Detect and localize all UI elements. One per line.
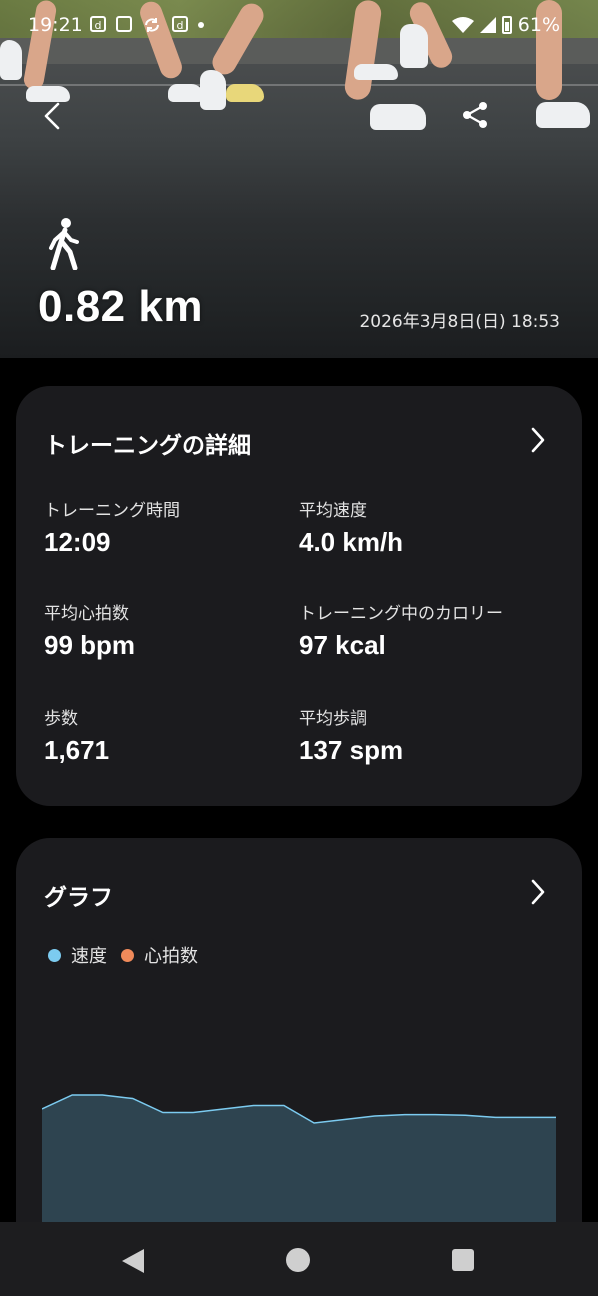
runner-shoe: [168, 84, 204, 102]
runner-shoe: [0, 40, 22, 80]
stat-value: 1,671: [44, 735, 110, 765]
training-details-card[interactable]: トレーニングの詳細 トレーニング時間 12:09 平均速度 4.0 km/h 平…: [16, 386, 582, 806]
distance-value: 0.82 km: [38, 282, 203, 331]
signal-icon: [479, 17, 496, 33]
nav-recents-icon[interactable]: [452, 1249, 474, 1271]
chevron-right-icon[interactable]: [530, 426, 546, 454]
graph-title: グラフ: [44, 885, 113, 911]
stat-value: 137 spm: [299, 735, 404, 765]
wifi-icon: [451, 17, 474, 33]
legend-item-speed: 速度: [48, 942, 107, 968]
sync-icon: [145, 18, 159, 32]
battery-percent: 61%: [517, 14, 560, 36]
back-arrow-icon[interactable]: [36, 96, 72, 136]
walking-icon: [49, 218, 79, 270]
nav-home-icon[interactable]: [286, 1248, 310, 1272]
sim-icon: [116, 16, 132, 32]
road-line: [0, 84, 598, 86]
stat-value: 99 bpm: [44, 630, 136, 660]
legend-label-heart-rate: 心拍数: [144, 946, 198, 967]
stat-value: 97 kcal: [299, 630, 386, 660]
stat-avg-speed: 平均速度 4.0 km/h: [299, 496, 403, 558]
stat-steps: 歩数 1,671: [44, 704, 109, 766]
stat-avg-cadence: 平均歩調 137 spm: [299, 704, 403, 766]
runner-shoe: [354, 64, 398, 80]
training-details-title: トレーニングの詳細: [44, 433, 251, 459]
stat-training-time: トレーニング時間 12:09: [44, 496, 180, 558]
stat-label: トレーニング中のカロリー: [299, 604, 503, 624]
stat-label: 平均速度: [299, 501, 367, 521]
share-icon[interactable]: [458, 98, 492, 132]
graph-card[interactable]: グラフ 速度 心拍数: [16, 838, 582, 1258]
status-right: 61%: [451, 14, 560, 36]
stat-calories: トレーニング中のカロリー 97 kcal: [299, 599, 503, 661]
graph-legend: 速度 心拍数: [48, 942, 212, 968]
battery-icon: [501, 16, 512, 34]
dot-icon: [198, 22, 204, 28]
nav-back-icon[interactable]: [120, 1248, 146, 1274]
stat-avg-heart-rate: 平均心拍数 99 bpm: [44, 599, 135, 661]
status-icons: d d: [90, 16, 204, 34]
stat-label: トレーニング時間: [44, 501, 180, 521]
d-icon: d: [172, 16, 188, 32]
legend-dot-heart-rate: [121, 948, 134, 962]
d-icon: d: [90, 16, 106, 32]
workout-datetime: 2026年3月8日(日) 18:53: [359, 312, 560, 332]
status-bar: 19:21 d d 61%: [0, 12, 598, 42]
stat-value: 12:09: [44, 527, 111, 557]
stat-value: 4.0 km/h: [299, 527, 404, 557]
runner-shoe: [226, 84, 264, 102]
hero-image: 19:21 d d 61% 0.82 km 2026年3月8日(日) 18:53: [0, 0, 598, 358]
legend-dot-speed: [48, 948, 61, 962]
stat-label: 歩数: [44, 709, 78, 729]
runner-shoe: [200, 70, 226, 110]
runner-shoe: [370, 104, 426, 130]
status-time: 19:21: [28, 14, 83, 36]
navigation-bar: [0, 1222, 598, 1296]
stat-label: 平均歩調: [299, 709, 367, 729]
legend-label-speed: 速度: [71, 946, 107, 967]
runner-shoe: [536, 102, 590, 128]
chevron-right-icon[interactable]: [530, 878, 546, 906]
legend-item-heart-rate: 心拍数: [121, 942, 198, 968]
stat-label: 平均心拍数: [44, 604, 129, 624]
